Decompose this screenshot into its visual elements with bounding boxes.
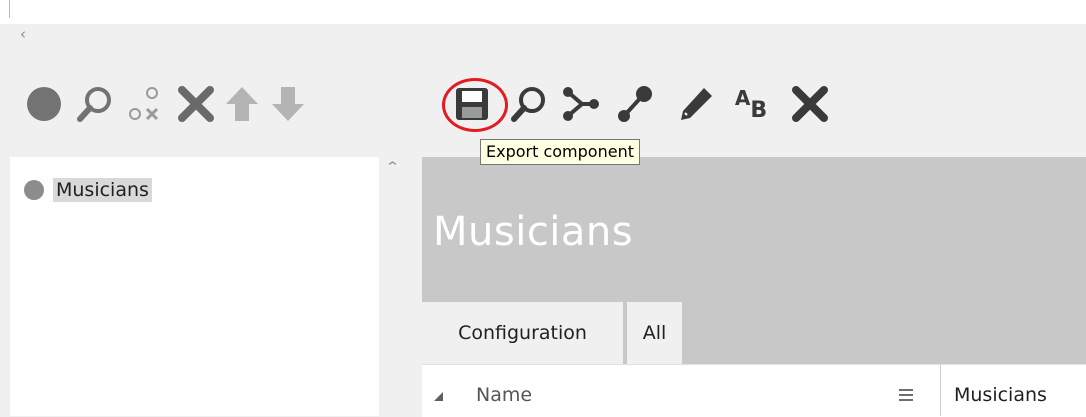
search-icon[interactable] bbox=[74, 84, 114, 124]
nodes-remove-icon[interactable] bbox=[124, 84, 164, 124]
name-value-cell[interactable]: Musicians bbox=[954, 383, 1047, 407]
rename-letter-a: A bbox=[734, 86, 751, 110]
column-separator[interactable] bbox=[940, 364, 941, 416]
tooltip: Export component bbox=[480, 139, 640, 165]
pencil-icon[interactable] bbox=[676, 84, 716, 124]
rename-icon[interactable]: A B bbox=[728, 84, 774, 124]
arrow-down-icon[interactable] bbox=[268, 84, 308, 124]
tab-configuration[interactable]: Configuration bbox=[422, 302, 623, 364]
collapse-panel-chevron-icon[interactable]: ‹ bbox=[20, 26, 26, 42]
tree-item-label: Musicians bbox=[53, 178, 152, 202]
delete-icon[interactable] bbox=[176, 84, 216, 124]
scroll-up-chevron-icon[interactable]: ⌃ bbox=[385, 160, 400, 175]
link-icon[interactable] bbox=[614, 84, 654, 124]
column-menu-icon[interactable] bbox=[899, 389, 913, 404]
highlight-ring bbox=[442, 78, 508, 132]
rename-letter-b: B bbox=[750, 97, 768, 123]
arrow-up-icon[interactable] bbox=[222, 84, 262, 124]
component-title: Musicians bbox=[433, 209, 634, 255]
tree-pane: Musicians bbox=[10, 157, 379, 416]
window-edge-tick bbox=[9, 0, 10, 18]
circle-add-icon[interactable] bbox=[24, 84, 64, 124]
top-strip bbox=[0, 0, 1086, 24]
delete-icon[interactable] bbox=[790, 84, 830, 124]
search-icon[interactable] bbox=[508, 84, 548, 124]
component-dot-icon bbox=[24, 180, 44, 200]
tab-all[interactable]: All bbox=[627, 302, 682, 364]
sort-indicator-icon[interactable] bbox=[434, 392, 443, 401]
tree-item-musicians[interactable]: Musicians bbox=[24, 177, 152, 203]
column-header-name[interactable]: Name bbox=[476, 383, 532, 407]
branch-icon[interactable] bbox=[560, 84, 600, 124]
